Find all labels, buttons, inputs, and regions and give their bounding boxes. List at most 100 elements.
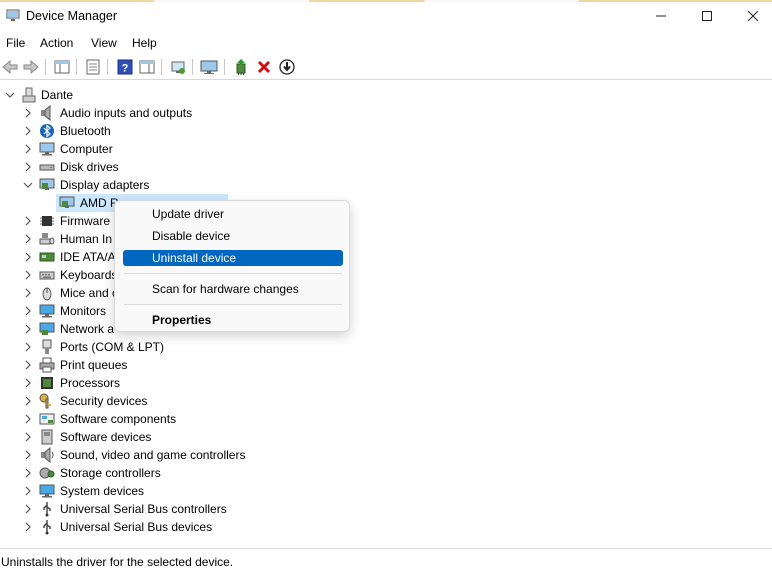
software-device-icon <box>41 429 53 445</box>
forward-button[interactable] <box>22 58 40 76</box>
chevron-right-icon[interactable] <box>23 342 33 352</box>
tree-category-row[interactable]: Universal Serial Bus devices <box>0 518 772 536</box>
chevron-right-icon[interactable] <box>23 378 33 388</box>
chevron-right-icon[interactable] <box>23 504 33 514</box>
console-tree-icon <box>54 60 70 74</box>
update-driver-button[interactable] <box>232 58 250 76</box>
chevron-right-icon[interactable] <box>23 360 33 370</box>
scan-hardware-button[interactable] <box>169 58 187 76</box>
forward-arrow-icon <box>23 60 39 74</box>
tree-category-row[interactable]: Universal Serial Bus controllers <box>0 500 772 518</box>
chevron-right-icon[interactable] <box>23 486 33 496</box>
tree-category-label: Keyboards <box>60 268 118 282</box>
display-devices-button[interactable] <box>200 58 218 76</box>
help-button[interactable]: ? <box>116 58 134 76</box>
chevron-right-icon[interactable] <box>23 306 33 316</box>
tree-category-row[interactable]: Sound, video and game controllers <box>0 446 772 464</box>
chevron-right-icon[interactable] <box>23 270 33 280</box>
chevron-right-icon[interactable] <box>23 432 33 442</box>
display-adapter-icon <box>59 196 75 208</box>
chevron-right-icon[interactable] <box>23 162 33 172</box>
minimize-icon <box>656 15 666 17</box>
tree-category-label: System devices <box>60 484 145 498</box>
chevron-right-icon[interactable] <box>23 522 33 532</box>
software-component-icon <box>39 413 55 425</box>
usb-icon <box>43 520 51 535</box>
tree-category-row[interactable]: Computer <box>0 140 772 158</box>
context-menu-update-driver[interactable]: Update driver <box>123 206 343 222</box>
tree-category-row[interactable]: Print queues <box>0 356 772 374</box>
menu-bar: File Action View Help <box>0 33 772 53</box>
chevron-right-icon[interactable] <box>23 108 33 118</box>
tree-category-row[interactable]: Ports (COM & LPT) <box>0 338 772 356</box>
tree-category-row[interactable]: Bluetooth <box>0 122 772 140</box>
tree-root[interactable]: Dante <box>0 86 772 104</box>
chevron-right-icon[interactable] <box>23 288 33 298</box>
tree-category-row[interactable]: Security devices <box>0 392 772 410</box>
sound-icon <box>41 447 54 463</box>
scan-hardware-icon <box>171 61 185 74</box>
chevron-right-icon[interactable] <box>23 468 33 478</box>
context-menu-uninstall-device[interactable]: Uninstall device <box>123 250 343 266</box>
show-hide-console-tree-button[interactable] <box>53 58 71 76</box>
tree-category-label: Monitors <box>60 304 107 318</box>
chevron-down-icon[interactable] <box>5 90 15 100</box>
chevron-right-icon[interactable] <box>23 252 33 262</box>
tree-category-label: Software devices <box>60 430 152 444</box>
monitor-icon <box>200 60 218 74</box>
tree-category-row[interactable]: Storage controllers <box>0 464 772 482</box>
menu-action[interactable]: Action <box>40 36 73 50</box>
chevron-right-icon[interactable] <box>23 216 33 226</box>
chevron-right-icon[interactable] <box>23 234 33 244</box>
status-text: Uninstalls the driver for the selected d… <box>1 555 234 568</box>
storage-controller-icon <box>39 467 55 479</box>
keyboard-mouse-icon <box>39 233 55 245</box>
menu-help[interactable]: Help <box>132 36 157 50</box>
chevron-right-icon[interactable] <box>23 144 33 154</box>
tree-category-label: Ports (COM & LPT) <box>60 340 165 354</box>
chevron-right-icon[interactable] <box>23 126 33 136</box>
tree-category-row[interactable]: Audio inputs and outputs <box>0 104 772 122</box>
context-menu-scan-hardware[interactable]: Scan for hardware changes <box>123 281 343 297</box>
usb-icon <box>43 502 51 517</box>
chevron-down-icon[interactable] <box>23 180 33 190</box>
tree-category-row[interactable]: Software components <box>0 410 772 428</box>
bluetooth-icon <box>40 124 54 138</box>
back-button[interactable] <box>1 58 19 76</box>
enable-device-button[interactable] <box>278 58 296 76</box>
tree-category-label: Universal Serial Bus devices <box>60 520 213 534</box>
close-button[interactable] <box>730 0 772 32</box>
close-icon <box>748 11 758 21</box>
uninstall-device-button[interactable] <box>255 58 273 76</box>
tree-category-label: Security devices <box>60 394 148 408</box>
mouse-icon <box>42 287 52 301</box>
update-driver-icon <box>236 59 246 75</box>
chevron-right-icon[interactable] <box>23 450 33 460</box>
properties-button[interactable] <box>84 58 102 76</box>
tree-category-row[interactable]: Software devices <box>0 428 772 446</box>
chevron-right-icon[interactable] <box>23 396 33 406</box>
tree-category-label: Software components <box>60 412 177 426</box>
tree-category-row[interactable]: System devices <box>0 482 772 500</box>
menu-view[interactable]: View <box>91 36 117 50</box>
help-icon: ? <box>117 59 133 75</box>
ide-controller-icon <box>39 252 55 262</box>
tree-category-row[interactable]: Display adapters <box>0 176 772 194</box>
tree-category-row[interactable]: Disk drives <box>0 158 772 176</box>
menu-file[interactable]: File <box>6 36 25 50</box>
context-menu-separator <box>124 273 342 274</box>
context-menu-disable-device[interactable]: Disable device <box>123 228 343 244</box>
chevron-right-icon[interactable] <box>23 324 33 334</box>
context-menu-properties[interactable]: Properties <box>123 312 343 328</box>
context-menu-uninstall-device-label: Uninstall device <box>152 251 237 265</box>
chevron-right-icon[interactable] <box>23 414 33 424</box>
tree-category-row[interactable]: Processors <box>0 374 772 392</box>
minimize-button[interactable] <box>638 0 684 32</box>
title-bar: Device Manager <box>0 0 772 32</box>
context-menu-separator <box>124 304 342 305</box>
tree-category-label: Audio inputs and outputs <box>60 106 193 120</box>
action-pane-button[interactable] <box>138 58 156 76</box>
processor-icon <box>41 377 53 389</box>
maximize-button[interactable] <box>684 0 730 32</box>
toolbar: ? <box>0 55 772 80</box>
